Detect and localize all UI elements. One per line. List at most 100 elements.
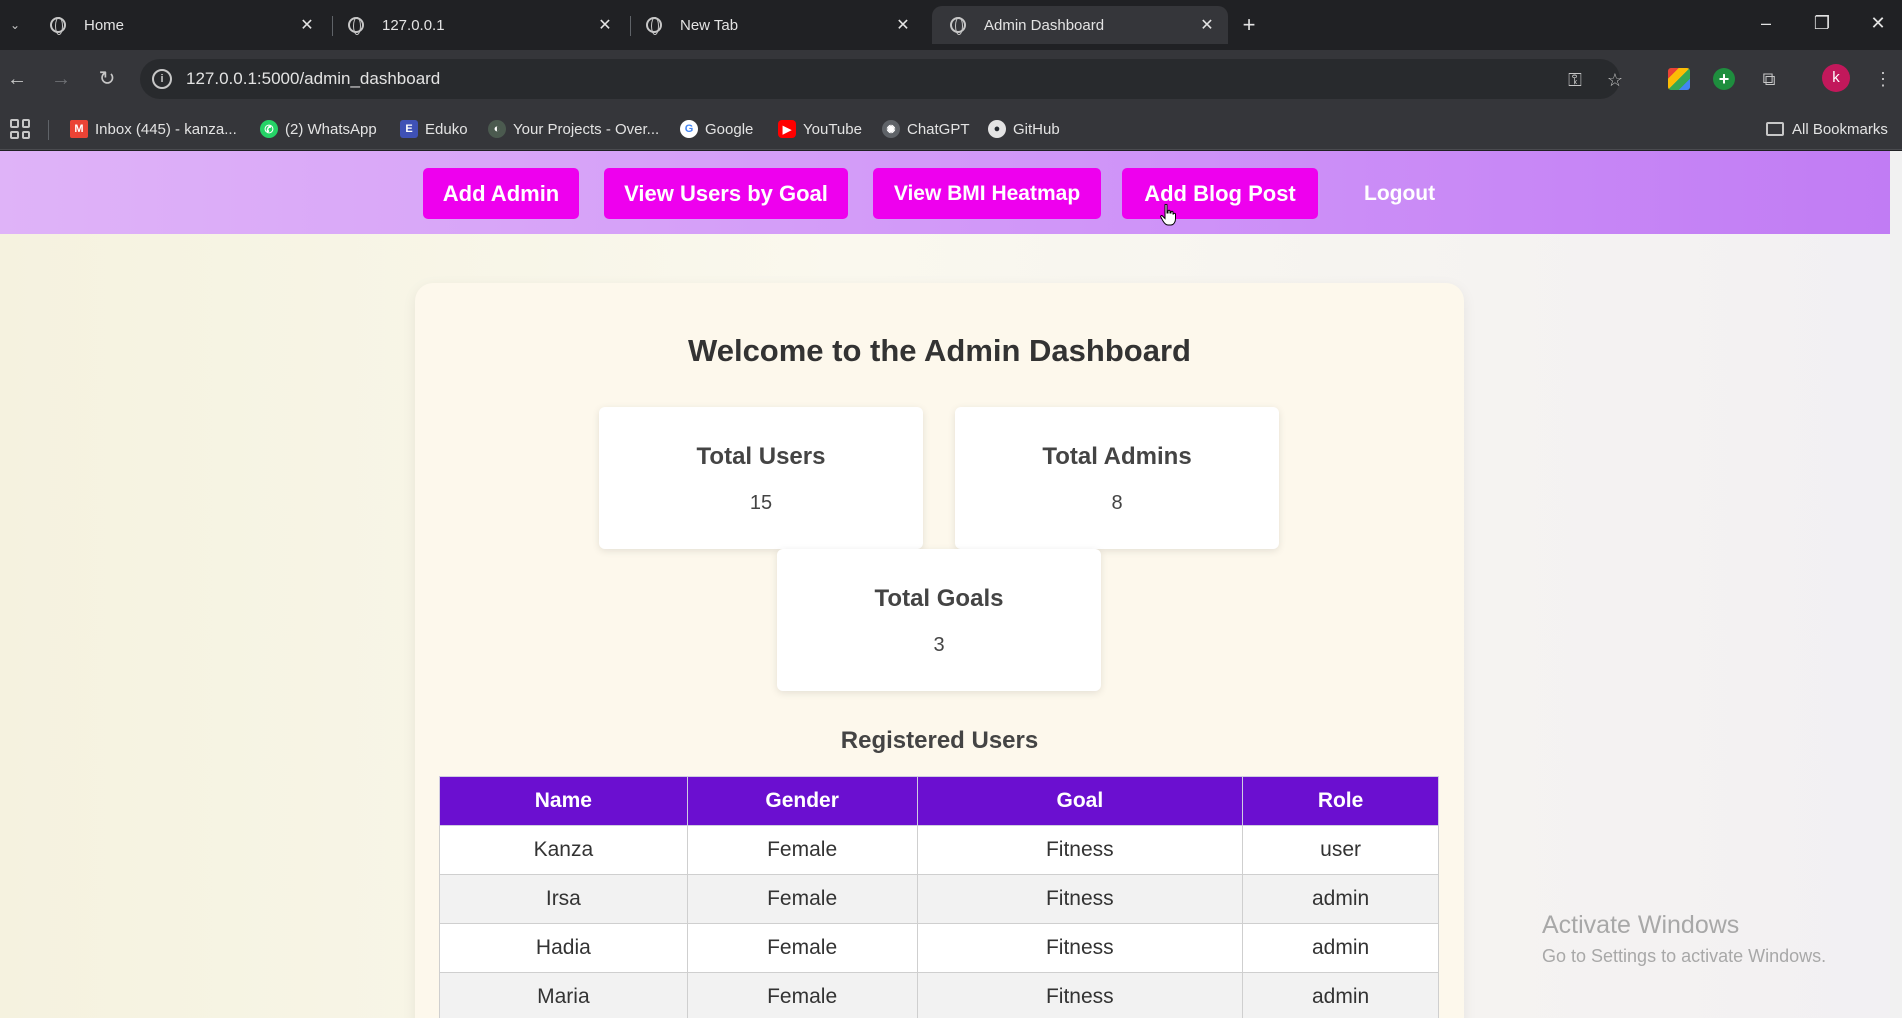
tab-localhost[interactable]: 127.0.0.1 ✕ [330, 6, 626, 44]
tab-new-tab[interactable]: New Tab ✕ [628, 6, 924, 44]
bookmark-label: Inbox (445) - kanza... [95, 120, 237, 138]
view-users-by-goal-button[interactable]: View Users by Goal [604, 168, 848, 219]
bookmark-google[interactable]: G Google [680, 117, 753, 141]
view-bmi-heatmap-button[interactable]: View BMI Heatmap [873, 168, 1101, 219]
bookmark-chatgpt[interactable]: ✺ ChatGPT [882, 117, 970, 141]
bookmark-eduko[interactable]: E Eduko [400, 117, 468, 141]
extensions-puzzle-icon[interactable]: ⧉ [1756, 66, 1782, 92]
gmail-icon: M [70, 120, 88, 138]
folder-icon [1766, 122, 1784, 136]
globe-icon [348, 17, 364, 35]
new-tab-button[interactable]: + [1236, 12, 1262, 38]
url-text[interactable]: 127.0.0.1:5000/admin_dashboard [186, 69, 440, 89]
dashboard-card: Welcome to the Admin Dashboard Total Use… [415, 283, 1464, 1018]
bookmarks-divider [48, 120, 49, 140]
cell-goal: Fitness [916, 874, 1244, 924]
site-info-icon[interactable]: i [152, 69, 172, 89]
cell-name: Maria [439, 972, 688, 1018]
stat-card-total-users: Total Users 15 [599, 407, 923, 549]
column-header-gender: Gender [686, 776, 918, 826]
add-admin-button[interactable]: Add Admin [423, 168, 579, 219]
page-scrollbar[interactable] [1890, 151, 1902, 1018]
bookmark-label: (2) WhatsApp [285, 120, 377, 138]
window-close-icon[interactable]: ✕ [1858, 8, 1898, 38]
column-header-role: Role [1242, 776, 1439, 826]
bookmark-label: ChatGPT [907, 120, 970, 138]
table-header-row: Name Gender Goal Role [439, 776, 1439, 826]
registered-users-heading: Registered Users [840, 727, 1039, 754]
bookmark-youtube[interactable]: ▶ YouTube [778, 117, 862, 141]
page-viewport: Add Admin View Users by Goal View BMI He… [0, 151, 1890, 1018]
stat-label: Total Admins [1042, 443, 1192, 470]
logout-link[interactable]: Logout [1364, 168, 1435, 219]
cell-gender: Female [686, 923, 918, 973]
tab-strip: ⌄ Home ✕ 127.0.0.1 ✕ New Tab ✕ Admin Das… [0, 0, 1902, 50]
forward-icon[interactable]: → [46, 64, 76, 94]
add-blog-post-button[interactable]: Add Blog Post [1122, 168, 1318, 219]
stat-card-total-goals: Total Goals 3 [777, 549, 1101, 691]
tab-admin-dashboard[interactable]: Admin Dashboard ✕ [932, 6, 1228, 44]
globe-icon [950, 17, 966, 35]
cell-name: Kanza [439, 825, 688, 875]
close-icon[interactable]: ✕ [1198, 15, 1216, 35]
cell-goal: Fitness [916, 825, 1244, 875]
stat-value: 15 [749, 492, 773, 514]
column-header-name: Name [439, 776, 688, 826]
back-icon[interactable]: ← [2, 64, 32, 94]
profile-avatar[interactable]: k [1822, 64, 1850, 92]
cell-goal: Fitness [916, 923, 1244, 973]
admin-navbar: Add Admin View Users by Goal View BMI He… [0, 151, 1890, 234]
chatgpt-icon: ✺ [882, 120, 900, 138]
stat-value: 3 [933, 634, 945, 656]
google-icon: G [680, 120, 698, 138]
globe-icon [50, 17, 66, 35]
bookmark-github[interactable]: ● GitHub [988, 117, 1060, 141]
extension-colorful-icon[interactable] [1668, 68, 1690, 90]
table-row: Maria Female Fitness admin [439, 972, 1439, 1018]
bookmark-label: YouTube [803, 120, 862, 138]
cell-gender: Female [686, 825, 918, 875]
cell-name: Irsa [439, 874, 688, 924]
restore-icon[interactable]: ❐ [1802, 8, 1842, 38]
bookmark-whatsapp[interactable]: ✆ (2) WhatsApp [260, 117, 377, 141]
bookmark-label: Your Projects - Over... [513, 120, 660, 138]
activate-windows-watermark: Activate Windows Go to Settings to activ… [1542, 911, 1826, 967]
cell-role: admin [1242, 874, 1439, 924]
eduko-icon: E [400, 120, 418, 138]
password-key-icon[interactable]: ⚿ [1564, 69, 1586, 91]
cell-gender: Female [686, 972, 918, 1018]
tab-search-icon[interactable]: ⌄ [2, 12, 28, 38]
extension-plus-icon[interactable]: + [1713, 68, 1735, 90]
close-icon[interactable]: ✕ [298, 15, 316, 35]
close-icon[interactable]: ✕ [596, 15, 614, 35]
github-icon: ● [988, 120, 1006, 138]
bookmark-label: All Bookmarks [1792, 120, 1888, 138]
cell-role: admin [1242, 923, 1439, 973]
table-row: Kanza Female Fitness user [439, 825, 1439, 875]
cell-name: Hadia [439, 923, 688, 973]
apps-grid-icon[interactable] [10, 119, 30, 139]
tab-home[interactable]: Home ✕ [32, 6, 328, 44]
bookmark-star-icon[interactable]: ☆ [1604, 69, 1626, 91]
bookmark-label: GitHub [1013, 120, 1060, 138]
stat-card-total-admins: Total Admins 8 [955, 407, 1279, 549]
stat-value: 8 [1111, 492, 1123, 514]
watermark-title: Activate Windows [1542, 911, 1740, 939]
column-header-goal: Goal [916, 776, 1244, 826]
address-bar[interactable]: i 127.0.0.1:5000/admin_dashboard ⚿ ☆ [140, 59, 1623, 99]
cell-role: user [1242, 825, 1439, 875]
close-icon[interactable]: ✕ [894, 15, 912, 35]
chrome-icon [646, 17, 662, 35]
menu-kebab-icon[interactable]: ⋮ [1870, 66, 1896, 92]
youtube-icon: ▶ [778, 120, 796, 138]
whatsapp-icon: ✆ [260, 120, 278, 138]
reload-icon[interactable]: ↻ [92, 64, 122, 94]
bookmark-overleaf[interactable]: ◐ Your Projects - Over... [488, 117, 659, 141]
mouse-pointer-icon [1160, 204, 1176, 226]
bookmark-label: Google [705, 120, 754, 138]
tab-title: 127.0.0.1 [382, 16, 445, 34]
bookmark-gmail[interactable]: M Inbox (445) - kanza... [70, 117, 237, 141]
stat-label: Total Goals [874, 585, 1004, 612]
all-bookmarks-folder[interactable]: All Bookmarks [1766, 117, 1888, 141]
minimize-icon[interactable]: – [1746, 8, 1786, 38]
